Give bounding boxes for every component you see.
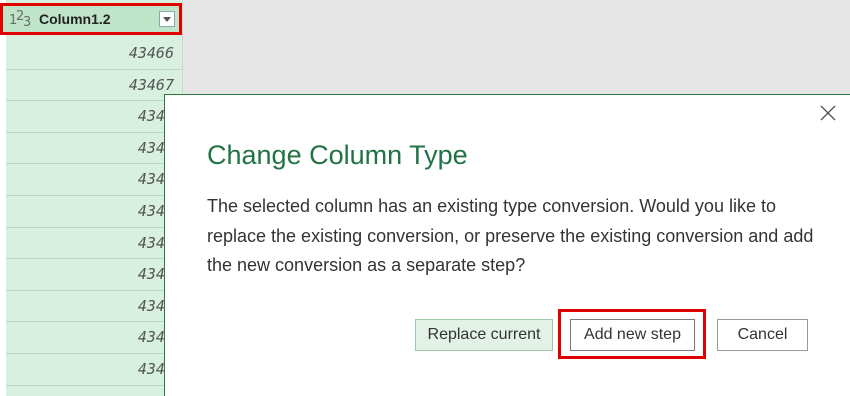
- table-row[interactable]: 4347: [6, 228, 182, 260]
- add-new-step-button[interactable]: Add new step: [570, 319, 695, 351]
- table-row[interactable]: 43466: [6, 38, 182, 70]
- dialog-message: The selected column has an existing type…: [207, 196, 814, 275]
- table-row[interactable]: 4347: [6, 354, 182, 386]
- number-type-icon[interactable]: 1 2 3: [9, 9, 33, 30]
- replace-current-button[interactable]: Replace current: [415, 319, 553, 351]
- table-row[interactable]: 4347: [6, 196, 182, 228]
- table-row[interactable]: 4346: [6, 101, 182, 133]
- cancel-button[interactable]: Cancel: [717, 319, 808, 351]
- table-row[interactable]: 4347: [6, 164, 182, 196]
- table-row[interactable]: 4346: [6, 133, 182, 165]
- table-row[interactable]: 43467: [6, 70, 182, 102]
- column-header[interactable]: 1 2 3 Column1.2: [0, 3, 182, 35]
- table-row[interactable]: 4347: [6, 259, 182, 291]
- dialog-title: Change Column Type: [207, 140, 468, 170]
- table-row[interactable]: 4347: [6, 322, 182, 354]
- change-column-type-dialog: Change Column Type The selected column h…: [164, 94, 850, 396]
- close-icon[interactable]: [818, 103, 838, 123]
- column-rows: 43466 43467 4346 4346 4347 4347 4347 434…: [6, 38, 182, 386]
- table-row[interactable]: 4347: [6, 291, 182, 323]
- column-title: Column1.2: [39, 11, 111, 27]
- chevron-down-icon[interactable]: [159, 11, 175, 27]
